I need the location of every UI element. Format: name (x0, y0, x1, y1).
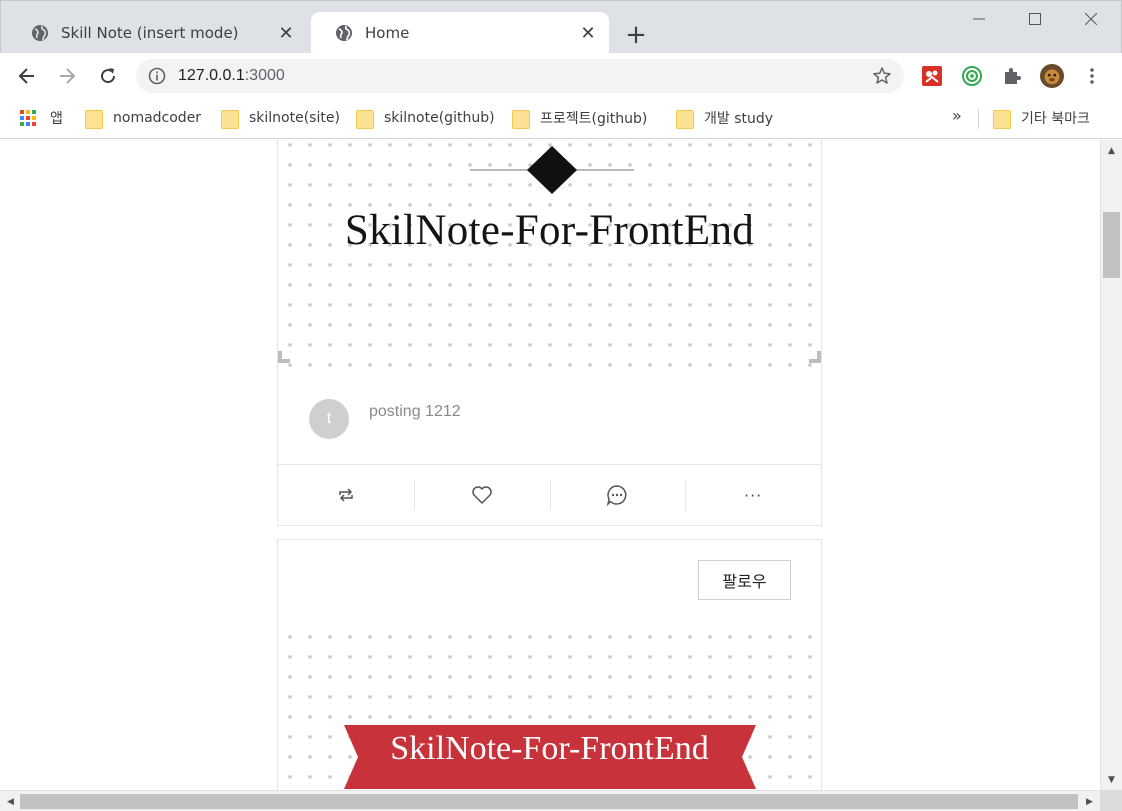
bookmark-nomadcoder[interactable]: nomadcoder (85, 106, 201, 130)
globe-icon (336, 25, 352, 41)
bookmarks-bar: 앱 nomadcoder skilnote(site) skilnote(git… (0, 99, 1122, 139)
window-close-button[interactable] (1063, 1, 1119, 37)
bookmark-skilnote-site[interactable]: skilnote(site) (221, 106, 340, 130)
scroll-down-arrow-icon[interactable]: ▼ (1101, 771, 1122, 788)
vertical-scrollbar[interactable]: ▲ ▼ (1100, 140, 1122, 790)
tab-skill-note[interactable]: Skill Note (insert mode) ✕ (7, 12, 307, 54)
more-icon: ··· (743, 485, 763, 505)
post-banner-image: SkilNote-For-FrontEnd (278, 140, 821, 369)
globe-icon (32, 25, 48, 41)
folder-icon (221, 108, 239, 129)
banner-corner (278, 351, 290, 363)
bookmark-star-icon[interactable] (872, 66, 892, 86)
comment-button[interactable] (549, 466, 686, 524)
tab-title: Skill Note (insert mode) (61, 24, 239, 42)
extensions-puzzle-icon[interactable] (1000, 64, 1024, 88)
vertical-scroll-thumb[interactable] (1103, 212, 1120, 278)
extension-target-icon[interactable] (960, 64, 984, 88)
back-arrow-icon (18, 68, 34, 84)
tab-title: Home (365, 24, 410, 42)
banner-title: SkilNote-For-FrontEnd (390, 730, 709, 767)
bookmark-skilnote-github[interactable]: skilnote(github) (356, 106, 495, 130)
tab-close-icon[interactable]: ✕ (579, 23, 597, 44)
minimize-icon (973, 18, 985, 20)
back-button[interactable] (12, 61, 42, 91)
url-port: :3000 (244, 67, 285, 84)
reload-icon (101, 68, 116, 84)
more-button[interactable]: ··· (685, 466, 821, 524)
page-viewport: SkilNote-For-FrontEnd t posting 1212 ···… (0, 140, 1100, 790)
tab-close-icon[interactable]: ✕ (277, 23, 295, 44)
scroll-up-arrow-icon[interactable]: ▲ (1101, 142, 1122, 159)
banner-corner (809, 351, 821, 363)
like-button[interactable] (413, 466, 550, 524)
extension-red-icon[interactable] (920, 64, 944, 88)
forward-arrow-icon (60, 68, 76, 84)
menu-kebab-icon[interactable] (1080, 64, 1104, 88)
maximize-icon (1029, 13, 1041, 25)
reload-button[interactable] (93, 61, 123, 91)
repeat-icon (339, 488, 353, 502)
bookmark-label: nomadcoder (113, 110, 202, 126)
bookmark-project-github[interactable]: 프로젝트(github) (512, 106, 647, 130)
post-banner-image: SkilNote-For-FrontEnd (278, 624, 821, 790)
folder-icon (512, 108, 530, 129)
profile-avatar[interactable] (1040, 64, 1064, 88)
info-icon[interactable] (148, 67, 166, 85)
author-avatar[interactable]: t (309, 399, 349, 439)
scroll-left-arrow-icon[interactable]: ◀ (2, 791, 19, 811)
heart-icon (471, 486, 492, 504)
bookmark-label: 개발 study (704, 111, 774, 127)
browser-toolbar: 127.0.0.1:3000 (0, 53, 1122, 99)
bookmark-dev-study[interactable]: 개발 study (676, 106, 773, 130)
tab-home[interactable]: Home ✕ (311, 12, 609, 54)
banner-title: SkilNote-For-FrontEnd (344, 207, 755, 254)
bookmark-other[interactable]: 기타 북마크 (993, 106, 1090, 130)
scrollbar-corner (1100, 790, 1122, 811)
follow-button[interactable]: 팔로우 (698, 560, 791, 600)
bookmarks-divider (978, 109, 979, 129)
post-card: 팔로우 SkilNote-For-FrontEnd (277, 539, 822, 790)
bookmarks-overflow-button[interactable]: » (952, 106, 962, 125)
repost-button[interactable] (278, 466, 414, 524)
post-text: posting 1212 (369, 403, 461, 420)
bookmark-apps[interactable]: 앱 (20, 106, 63, 130)
tab-strip: Skill Note (insert mode) ✕ Home ✕ + (0, 0, 1122, 54)
folder-icon (676, 108, 694, 129)
horizontal-scrollbar[interactable]: ◀ ▶ (0, 790, 1100, 811)
bookmark-label: skilnote(github) (384, 110, 495, 126)
post-body: t posting 1212 (278, 369, 821, 465)
comment-icon (607, 485, 627, 506)
address-bar[interactable]: 127.0.0.1:3000 (136, 59, 904, 93)
folder-icon (993, 108, 1011, 129)
diamond-ornament-icon (470, 146, 634, 194)
minimize-button[interactable] (951, 1, 1007, 37)
scroll-right-arrow-icon[interactable]: ▶ (1081, 791, 1098, 811)
post-card: SkilNote-For-FrontEnd t posting 1212 ··· (277, 140, 822, 526)
folder-icon (85, 108, 103, 129)
horizontal-scroll-thumb[interactable] (20, 794, 1078, 809)
folder-icon (356, 108, 374, 129)
forward-button[interactable] (52, 61, 82, 91)
apps-grid-icon (20, 110, 36, 126)
url-host: 127.0.0.1 (178, 67, 245, 84)
bookmark-label: 프로젝트(github) (540, 111, 648, 127)
bookmark-label: skilnote(site) (249, 110, 340, 126)
bookmark-label: 기타 북마크 (1021, 111, 1090, 127)
window-close-icon (1085, 13, 1097, 25)
bookmark-label: 앱 (50, 111, 63, 127)
new-tab-button[interactable]: + (622, 20, 650, 50)
maximize-button[interactable] (1007, 1, 1063, 37)
post-actions: ··· (278, 466, 821, 524)
